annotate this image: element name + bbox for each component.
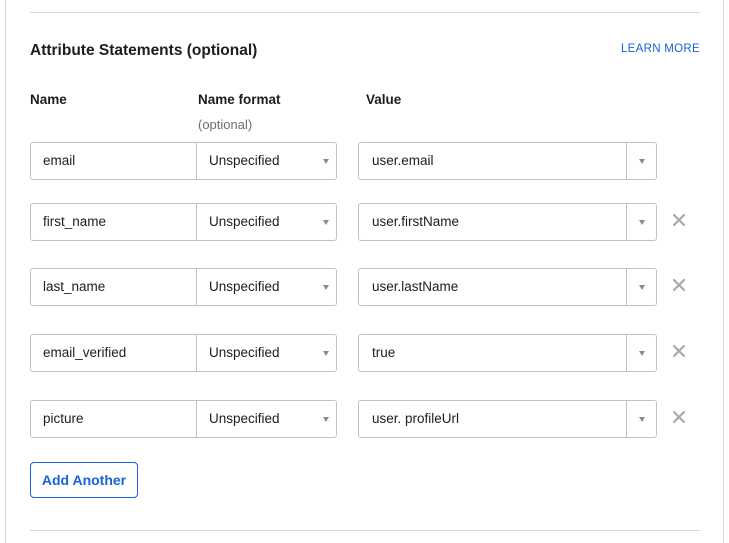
attribute-row: picture Unspecified user. profileUrl	[30, 400, 700, 438]
chevron-down-icon	[323, 351, 329, 356]
column-header-value: Value	[366, 92, 402, 107]
attribute-name-value: picture	[43, 411, 84, 426]
attribute-row: email_verified Unspecified true	[30, 334, 700, 372]
attribute-name-input[interactable]: picture	[30, 400, 198, 438]
combobox-separator	[626, 143, 627, 179]
combobox-separator	[626, 269, 627, 305]
attribute-value-text: user.email	[372, 153, 434, 168]
attribute-value-text: user.firstName	[372, 214, 460, 229]
remove-row-button[interactable]	[671, 277, 687, 293]
attribute-value-text: user. profileUrl	[372, 411, 460, 426]
chevron-down-icon	[323, 159, 329, 164]
remove-row-button[interactable]	[671, 409, 687, 425]
chevron-down-icon	[323, 220, 329, 225]
attribute-value-combobox[interactable]: user.firstName	[358, 203, 657, 241]
close-icon	[672, 213, 686, 227]
column-header-name-format-optional: (optional)	[198, 117, 253, 132]
name-format-select[interactable]: Unspecified	[196, 268, 337, 306]
attribute-value-combobox[interactable]: true	[358, 334, 657, 372]
chevron-down-icon[interactable]	[639, 285, 645, 290]
attribute-value-text: user.lastName	[372, 279, 459, 294]
bottom-divider	[30, 530, 700, 531]
remove-row-button[interactable]	[671, 212, 687, 228]
name-format-select[interactable]: Unspecified	[196, 203, 337, 241]
name-format-value: Unspecified	[209, 345, 280, 360]
close-icon	[672, 344, 686, 358]
chevron-down-icon	[323, 417, 329, 422]
chevron-down-icon[interactable]	[639, 351, 645, 356]
top-divider	[30, 12, 700, 13]
chevron-down-icon[interactable]	[639, 417, 645, 422]
attribute-row: email Unspecified user.email	[30, 142, 700, 180]
learn-more-link[interactable]: LEARN MORE	[621, 43, 700, 55]
name-format-select[interactable]: Unspecified	[196, 142, 337, 180]
attribute-name-value: email	[43, 153, 76, 168]
combobox-separator	[626, 204, 627, 240]
add-another-button[interactable]: Add Another	[30, 462, 138, 498]
panel-border-right	[723, 0, 724, 543]
attribute-value-combobox[interactable]: user.email	[358, 142, 657, 180]
attribute-row: last_name Unspecified user.lastName	[30, 268, 700, 306]
name-format-value: Unspecified	[209, 214, 280, 229]
close-icon	[672, 410, 686, 424]
attribute-name-value: email_verified	[43, 345, 127, 360]
attribute-value-combobox[interactable]: user. profileUrl	[358, 400, 657, 438]
column-header-name: Name	[30, 92, 67, 107]
name-format-value: Unspecified	[209, 411, 280, 426]
name-format-value: Unspecified	[209, 279, 280, 294]
section-title: Attribute Statements (optional)	[30, 42, 258, 59]
name-format-select[interactable]: Unspecified	[196, 400, 337, 438]
attribute-name-input[interactable]: email	[30, 142, 198, 180]
attribute-name-input[interactable]: email_verified	[30, 334, 198, 372]
remove-row-button[interactable]	[671, 343, 687, 359]
panel-border-left	[5, 0, 6, 543]
attribute-value-text: true	[372, 345, 396, 360]
attribute-name-value: first_name	[43, 214, 107, 229]
attribute-name-value: last_name	[43, 279, 106, 294]
attribute-row: first_name Unspecified user.firstName	[30, 203, 700, 241]
combobox-separator	[626, 335, 627, 371]
column-header-name-format: Name format	[198, 92, 281, 107]
attribute-value-combobox[interactable]: user.lastName	[358, 268, 657, 306]
attribute-name-input[interactable]: last_name	[30, 268, 198, 306]
chevron-down-icon[interactable]	[639, 220, 645, 225]
chevron-down-icon	[323, 285, 329, 290]
name-format-value: Unspecified	[209, 153, 280, 168]
attribute-name-input[interactable]: first_name	[30, 203, 198, 241]
chevron-down-icon[interactable]	[639, 159, 645, 164]
name-format-select[interactable]: Unspecified	[196, 334, 337, 372]
combobox-separator	[626, 401, 627, 437]
close-icon	[672, 278, 686, 292]
